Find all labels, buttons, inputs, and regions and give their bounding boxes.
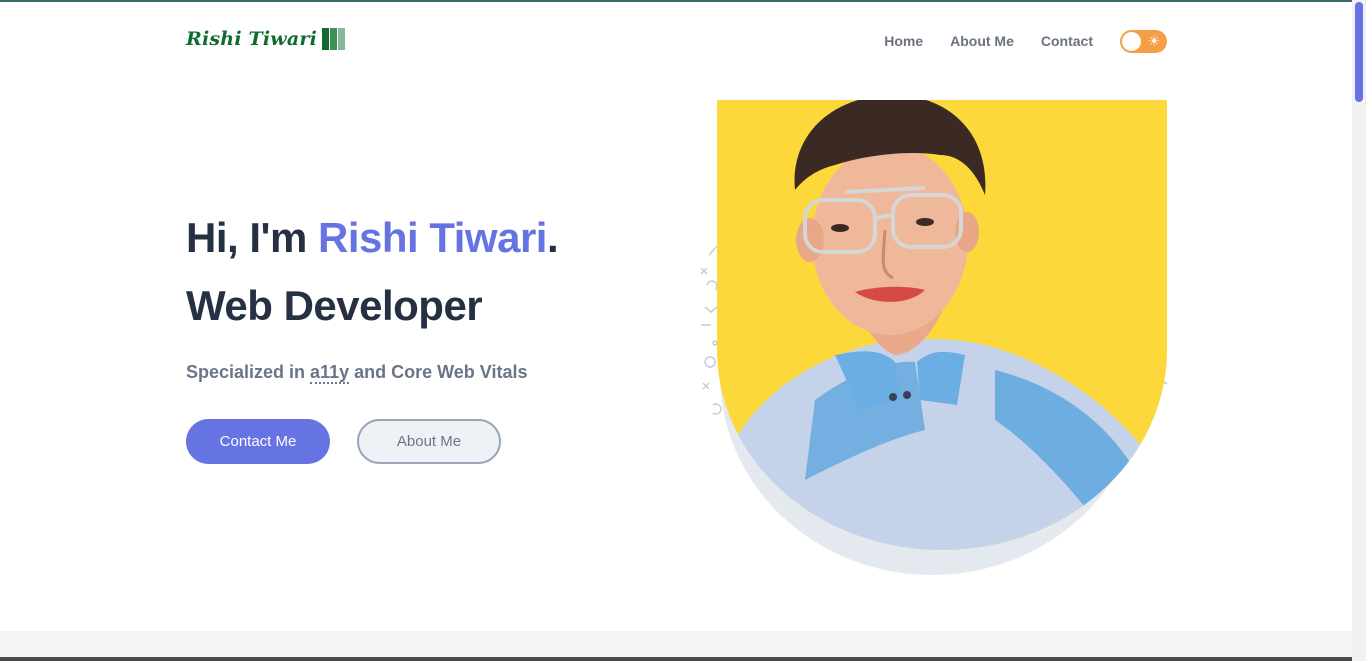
top-border — [0, 0, 1352, 2]
main-nav: Home About Me Contact ☀ — [884, 22, 1167, 60]
spec-suffix: and Core Web Vitals — [349, 362, 528, 382]
hero-title: Hi, I'm Rishi Tiwari. — [186, 214, 559, 262]
spec-abbr: a11y — [310, 362, 350, 384]
nav-contact[interactable]: Contact — [1041, 33, 1093, 49]
logo-bars-icon — [322, 28, 346, 50]
nav-home[interactable]: Home — [884, 33, 923, 49]
hero-punct: . — [546, 214, 559, 261]
theme-toggle[interactable]: ☀ — [1120, 29, 1167, 53]
nav-about-me[interactable]: About Me — [950, 33, 1014, 49]
sun-icon: ☀ — [1147, 32, 1161, 49]
hero-role: Web Developer — [186, 282, 483, 329]
toggle-knob — [1122, 31, 1141, 51]
spec-prefix: Specialized in — [186, 362, 311, 382]
page-scrollbar[interactable] — [1352, 0, 1366, 661]
hero-name: Rishi Tiwari — [318, 214, 547, 261]
hero-greeting: Hi, I'm — [186, 214, 319, 261]
scrollbar-thumb[interactable] — [1355, 2, 1363, 102]
logo[interactable]: Rishi Tiwari — [186, 28, 346, 50]
hero-illustration — [700, 100, 1168, 575]
site-header: Rishi Tiwari Home About Me Contact ☀ — [186, 22, 1167, 60]
logo-text: Rishi Tiwari — [186, 28, 318, 50]
about-me-button[interactable]: About Me — [357, 419, 501, 464]
page: Rishi Tiwari Home About Me Contact ☀ Hi,… — [0, 0, 1352, 661]
bottom-strip — [0, 657, 1352, 661]
hero-specialty: Specialized in a11y and Core Web Vitals — [186, 362, 528, 384]
contact-me-button[interactable]: Contact Me — [186, 419, 330, 464]
